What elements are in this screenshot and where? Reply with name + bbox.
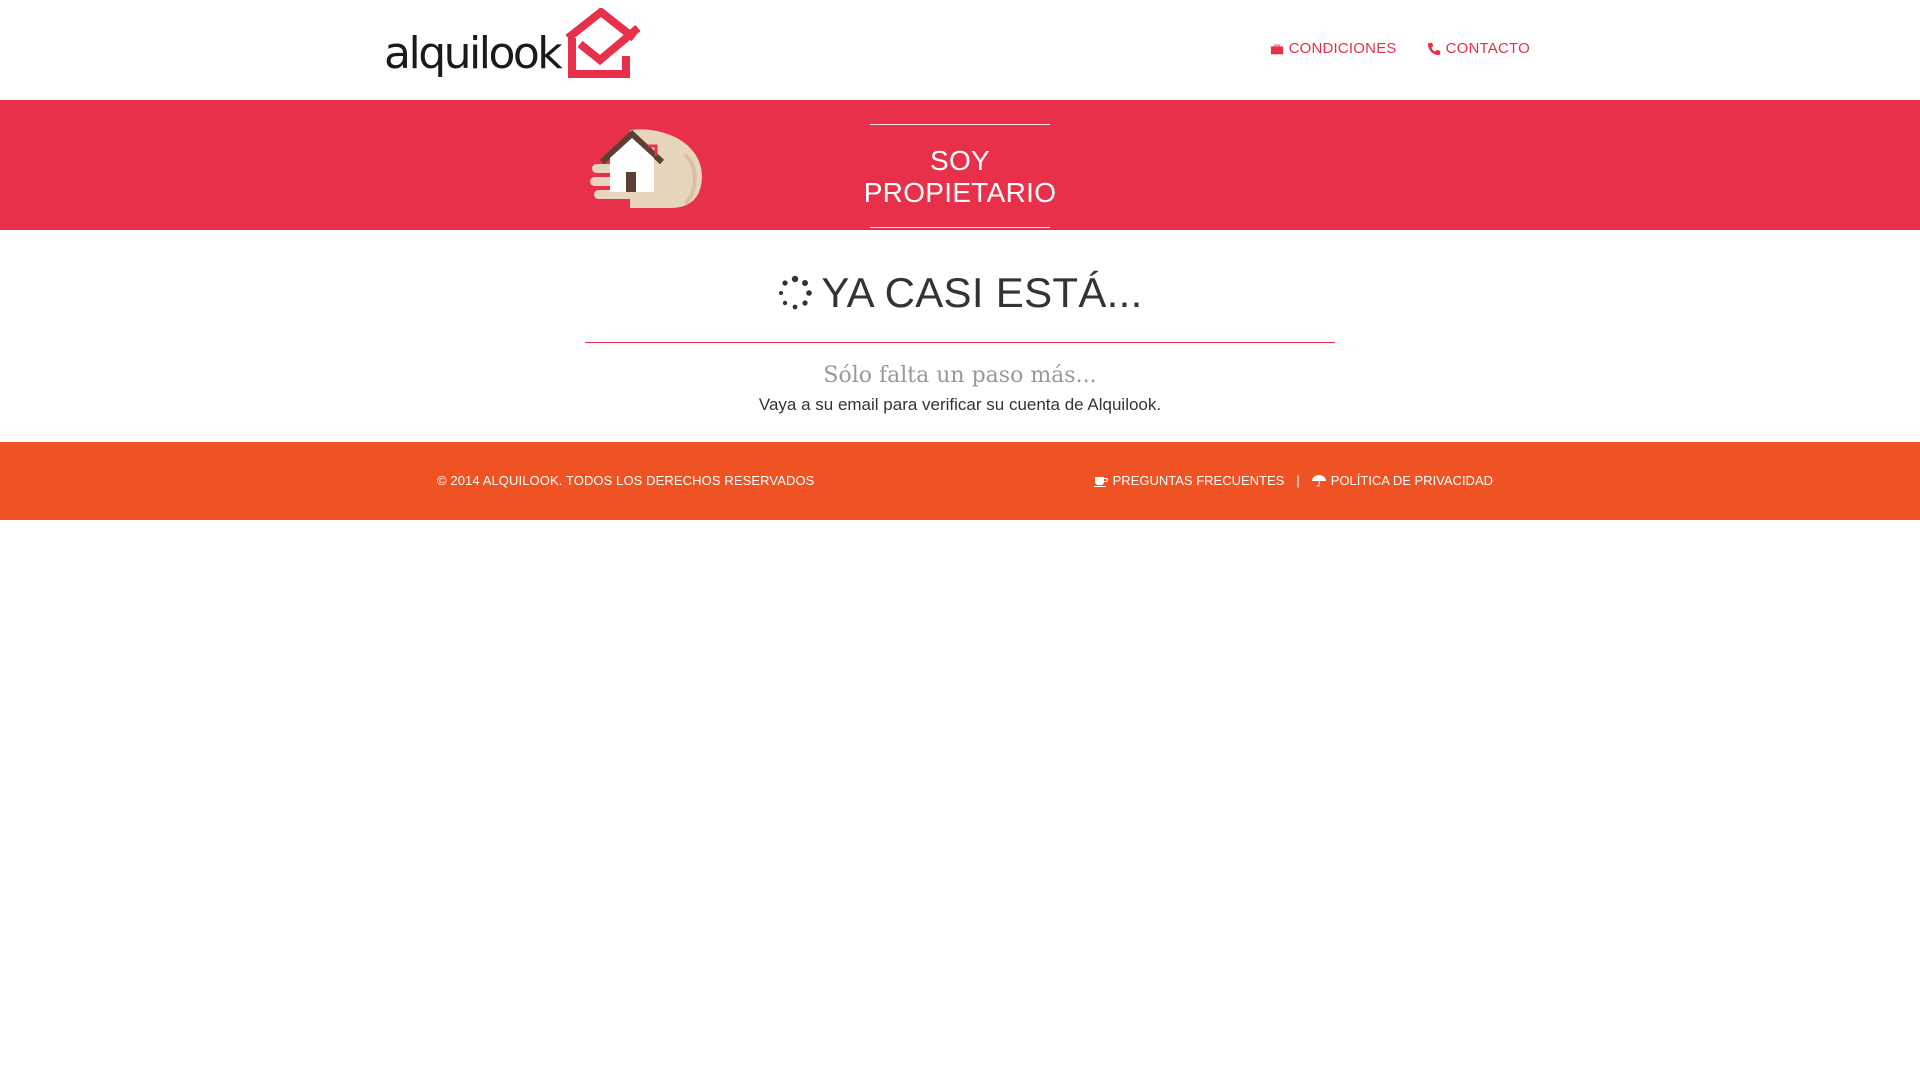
umbrella-icon xyxy=(1311,474,1326,486)
nav-condiciones-label: CONDICIONES xyxy=(1288,40,1397,57)
hand-holding-house-icon xyxy=(590,129,702,208)
phone-icon xyxy=(1427,42,1440,55)
verify-message: Vaya a su email para verificar su cuenta… xyxy=(758,395,1162,414)
logo-text: alquilook xyxy=(384,28,563,79)
nav-condiciones[interactable]: CONDICIONES xyxy=(1270,40,1397,57)
spinner-icon xyxy=(779,275,813,310)
banner-title-block: SOY PROPIETARIO xyxy=(830,124,1090,228)
footer-separator: | xyxy=(1296,473,1300,488)
coffee-icon xyxy=(1093,476,1108,487)
main-nav: CONDICIONES CONTACTO xyxy=(1270,40,1530,57)
footer-link-faq-label: PREGUNTAS FRECUENTES xyxy=(1112,473,1285,488)
main-content: YA CASI ESTÁ... Sólo falta un paso más..… xyxy=(585,268,1335,415)
footer-link-privacy-label: POLÍTICA DE PRIVACIDAD xyxy=(1330,473,1493,488)
step-text: Sólo falta un paso más... xyxy=(823,363,1097,388)
logo[interactable]: alquilook xyxy=(384,8,641,80)
house-check-logo-icon xyxy=(565,8,641,78)
footer-links: PREGUNTAS FRECUENTES | POLÍTICA DE PRIVA… xyxy=(1093,473,1493,488)
footer-link-privacy[interactable]: POLÍTICA DE PRIVACIDAD xyxy=(1311,473,1493,488)
footer-link-faq[interactable]: PREGUNTAS FRECUENTES xyxy=(1093,473,1285,488)
heading-divider xyxy=(585,342,1335,343)
nav-contacto[interactable]: CONTACTO xyxy=(1427,40,1530,57)
top-bar: alquilook CONDICIONES CONTACTO xyxy=(0,0,1920,100)
banner-bottom-line xyxy=(870,227,1050,228)
banner-title: SOY PROPIETARIO xyxy=(863,145,1057,208)
footer: © 2014 ALQUILOOK. TODOS LOS DERECHOS RES… xyxy=(0,442,1920,520)
briefcase-icon xyxy=(1270,44,1283,54)
nav-contacto-label: CONTACTO xyxy=(1445,40,1530,57)
copyright-text: © 2014 ALQUILOOK. TODOS LOS DERECHOS RES… xyxy=(437,473,815,488)
page-heading: YA CASI ESTÁ... xyxy=(585,268,1335,318)
page-heading-text: YA CASI ESTÁ... xyxy=(821,269,1143,316)
